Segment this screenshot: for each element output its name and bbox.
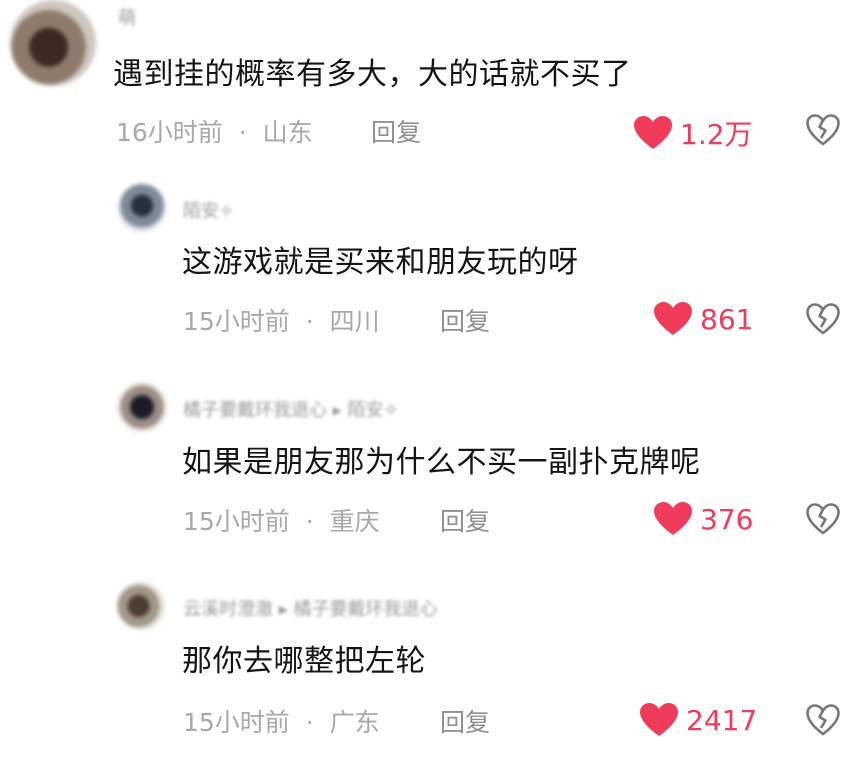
comment-location: 四川	[329, 307, 380, 336]
like-count: 1.2万	[680, 118, 753, 151]
comment-meta: 15小时前 · 四川	[183, 302, 380, 338]
username[interactable]: 萌	[118, 4, 136, 30]
comment-text: 如果是朋友那为什么不买一副扑克牌呢	[182, 445, 701, 480]
heart-icon	[654, 502, 692, 535]
like-button[interactable]: 376	[654, 502, 753, 536]
avatar[interactable]	[117, 582, 165, 630]
meta-separator: ·	[305, 507, 314, 536]
comment-meta: 15小时前 · 广东	[183, 703, 380, 739]
like-button[interactable]: 1.2万	[634, 113, 753, 153]
broken-heart-icon[interactable]	[806, 503, 840, 535]
broken-heart-icon[interactable]	[806, 303, 840, 335]
comment-location: 重庆	[329, 507, 380, 536]
comment-time: 15小时前	[183, 708, 290, 737]
broken-heart-icon[interactable]	[806, 704, 840, 736]
reply-button[interactable]: 回复	[440, 502, 490, 538]
avatar[interactable]	[10, 0, 96, 86]
meta-separator: ·	[238, 118, 247, 147]
comment-meta: 16小时前 · 山东	[116, 113, 313, 149]
heart-icon	[654, 302, 692, 335]
comment-text: 遇到挂的概率有多大，大的话就不买了	[113, 57, 632, 92]
like-button[interactable]: 2417	[640, 703, 757, 737]
reply-button[interactable]: 回复	[440, 703, 490, 739]
reply-button[interactable]: 回复	[440, 302, 490, 338]
avatar[interactable]	[118, 184, 166, 232]
heart-icon	[640, 703, 678, 736]
comment-text: 那你去哪整把左轮	[182, 644, 426, 679]
comment-time: 15小时前	[183, 307, 290, 336]
comment-time: 16小时前	[116, 118, 223, 147]
avatar[interactable]	[117, 382, 167, 432]
like-button[interactable]: 861	[654, 302, 753, 336]
username[interactable]: 陌安✧	[183, 197, 234, 223]
heart-icon	[634, 116, 672, 149]
meta-separator: ·	[305, 307, 314, 336]
comment-meta: 15小时前 · 重庆	[183, 502, 380, 538]
username[interactable]: 云溪时澄澈 ▸ 橘子要戴环我退心	[183, 595, 437, 621]
comment-location: 广东	[329, 708, 380, 737]
username[interactable]: 橘子要戴环我退心 ▸ 陌安✧	[183, 396, 399, 422]
like-count: 861	[700, 302, 754, 336]
reply-button[interactable]: 回复	[371, 113, 421, 149]
comment-location: 山东	[262, 118, 313, 147]
meta-separator: ·	[305, 708, 314, 737]
broken-heart-icon[interactable]	[806, 114, 840, 146]
comment-time: 15小时前	[183, 507, 290, 536]
like-count: 376	[700, 502, 754, 536]
like-count: 2417	[686, 703, 758, 737]
comment-text: 这游戏就是买来和朋友玩的呀	[182, 245, 579, 280]
